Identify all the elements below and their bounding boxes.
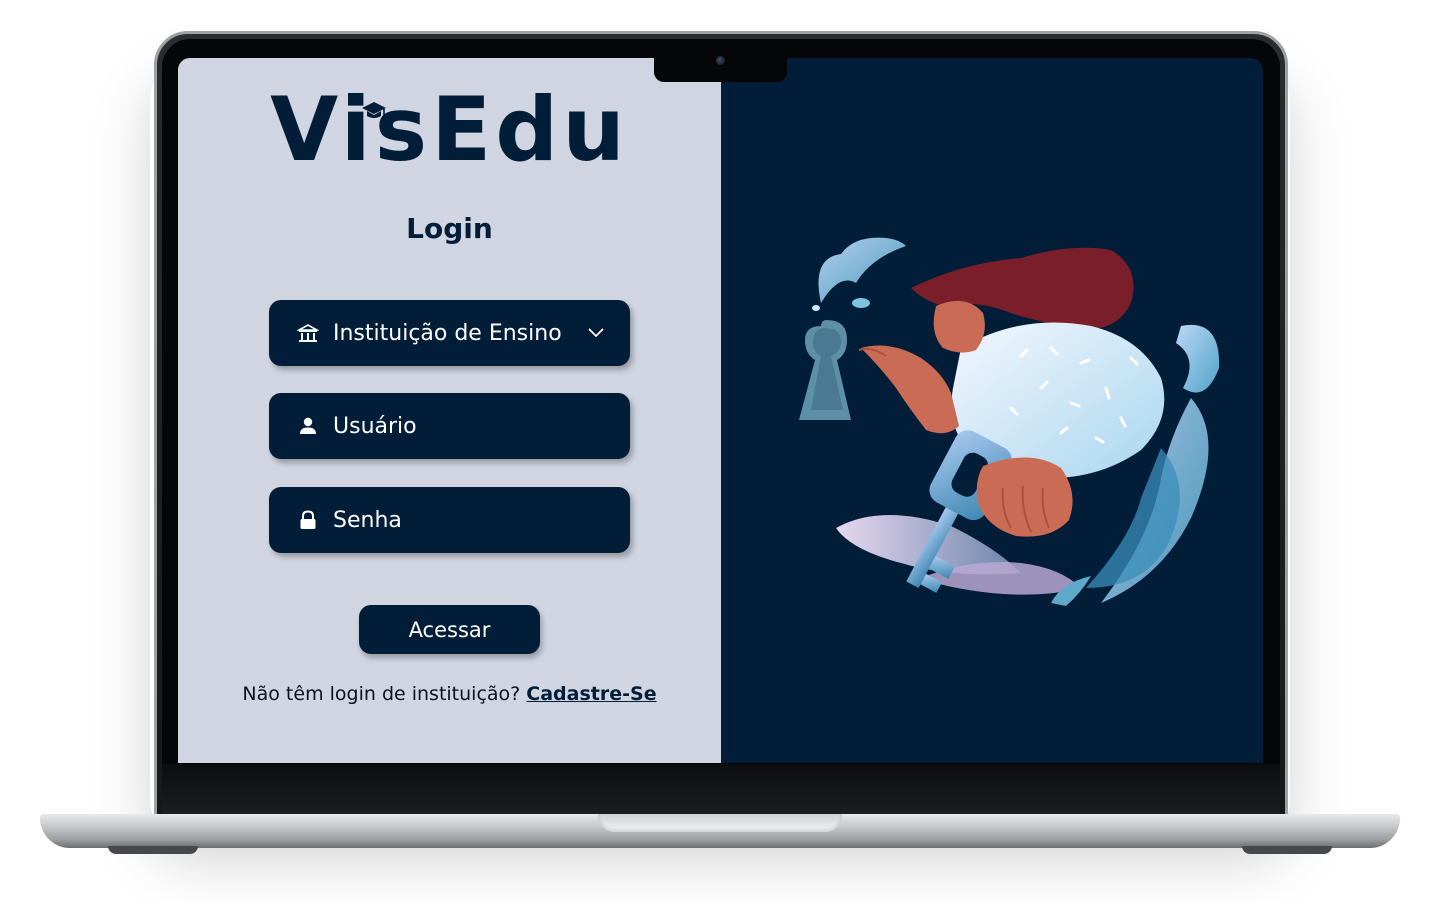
laptop-foot-left xyxy=(108,846,198,854)
signup-prompt-text: Não têm login de instituição? xyxy=(242,683,521,705)
username-field[interactable]: Usuário xyxy=(269,393,630,459)
lock-icon xyxy=(300,510,316,529)
page-title: Login xyxy=(406,212,493,245)
laptop-foot-right xyxy=(1242,846,1332,854)
illustration-panel xyxy=(721,58,1263,763)
login-panel: VisEdu Login Instituição de Ensino Usuár… xyxy=(178,58,721,763)
password-placeholder: Senha xyxy=(333,507,402,533)
user-icon xyxy=(300,417,316,434)
graduation-cap-icon xyxy=(362,102,386,118)
camera-notch xyxy=(654,56,787,82)
signup-link[interactable]: Cadastre-Se xyxy=(526,683,656,705)
app-screen: VisEdu Login Instituição de Ensino Usuár… xyxy=(178,58,1263,763)
access-button[interactable]: Acessar xyxy=(359,605,540,654)
password-field[interactable]: Senha xyxy=(269,487,630,553)
brand-logo: VisEdu xyxy=(270,78,629,181)
signup-prompt: Não têm login de instituição? Cadastre-S… xyxy=(178,683,721,705)
institution-icon xyxy=(297,324,319,342)
chevron-down-icon[interactable] xyxy=(586,322,606,342)
keyhole-key-illustration xyxy=(799,237,1220,606)
screen-chin xyxy=(162,764,1280,814)
laptop-opening-notch xyxy=(598,814,842,832)
username-placeholder: Usuário xyxy=(333,413,417,439)
institution-select-label: Instituição de Ensino xyxy=(333,320,562,346)
institution-select[interactable]: Instituição de Ensino xyxy=(269,300,630,366)
camera-icon xyxy=(716,56,725,65)
